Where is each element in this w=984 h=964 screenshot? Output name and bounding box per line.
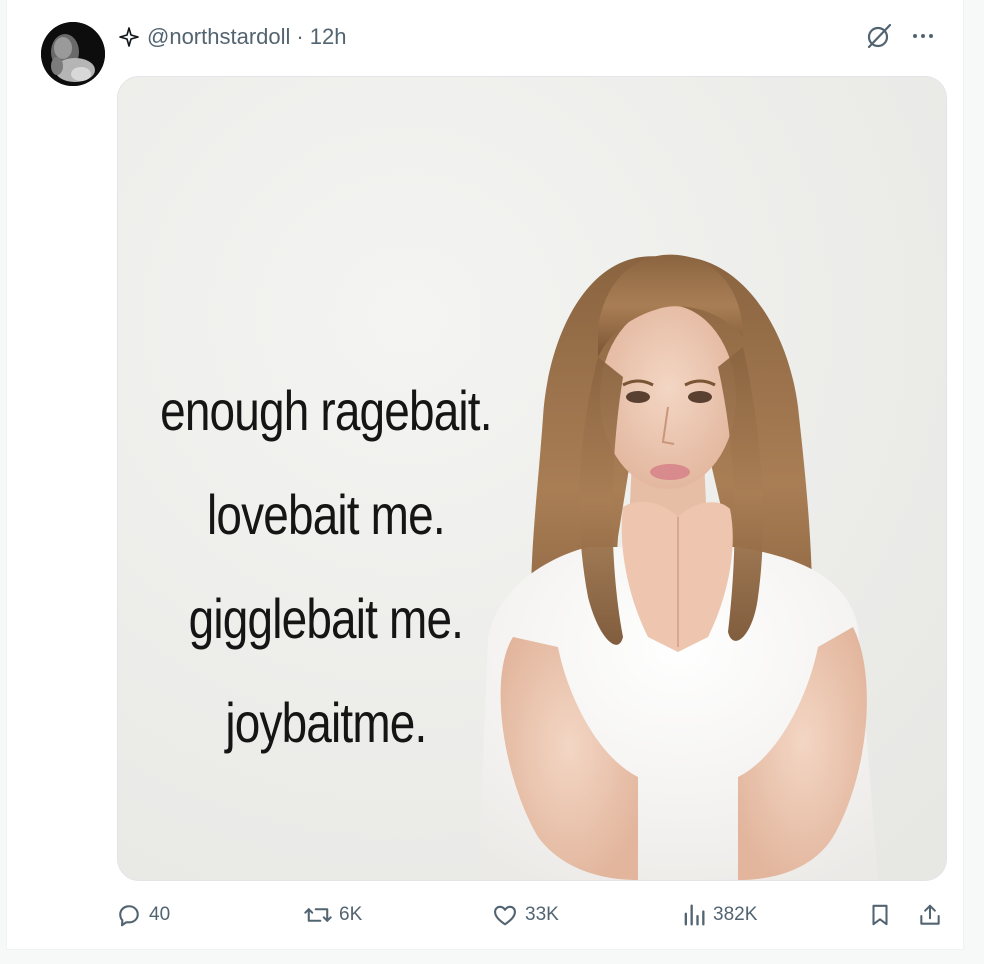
reply-count: 40: [149, 904, 171, 925]
repost-icon: [304, 908, 332, 922]
like-icon: [494, 905, 516, 926]
post-image[interactable]: enough ragebait. lovebait me. gigglebait…: [117, 76, 947, 881]
caption-line: gigglebait me.: [188, 587, 464, 650]
caption-line: joybaitme.: [225, 691, 427, 754]
caption-line: lovebait me.: [207, 483, 446, 546]
views-icon: [684, 904, 705, 926]
like-count: 33K: [525, 904, 559, 925]
author-handle[interactable]: @northstardoll: [147, 24, 290, 50]
repost-button[interactable]: 6K: [303, 898, 362, 932]
share-button[interactable]: [917, 898, 943, 932]
image-caption: enough ragebait. lovebait me. gigglebait…: [156, 359, 495, 775]
post-time[interactable]: 12h: [310, 24, 347, 50]
avatar-image: [41, 22, 105, 86]
like-button[interactable]: 33K: [491, 898, 559, 932]
grok-icon: [867, 23, 892, 49]
grok-button[interactable]: [865, 22, 893, 55]
separator-dot: ·: [296, 24, 304, 49]
more-icon: [913, 34, 933, 38]
bookmark-icon: [872, 904, 888, 926]
share-icon: [920, 904, 940, 925]
sparkle-icon: [119, 27, 139, 47]
reply-button[interactable]: 40: [115, 898, 170, 932]
post-header: @northstardoll · 12h: [119, 22, 346, 52]
views-count: 382K: [713, 904, 758, 925]
page: @northstardoll · 12h enough ragebait. lo…: [0, 0, 984, 964]
caption-line: enough ragebait.: [160, 379, 492, 442]
views-button[interactable]: 382K: [681, 898, 757, 932]
avatar[interactable]: [41, 22, 105, 86]
reply-icon: [119, 905, 139, 927]
action-bar: 40 6K 33K 382K: [115, 898, 951, 932]
repost-count: 6K: [339, 904, 363, 925]
more-button[interactable]: [911, 24, 935, 53]
post-card[interactable]: @northstardoll · 12h enough ragebait. lo…: [6, 0, 964, 950]
bookmark-button[interactable]: [867, 898, 893, 932]
header-icons: [865, 22, 935, 55]
